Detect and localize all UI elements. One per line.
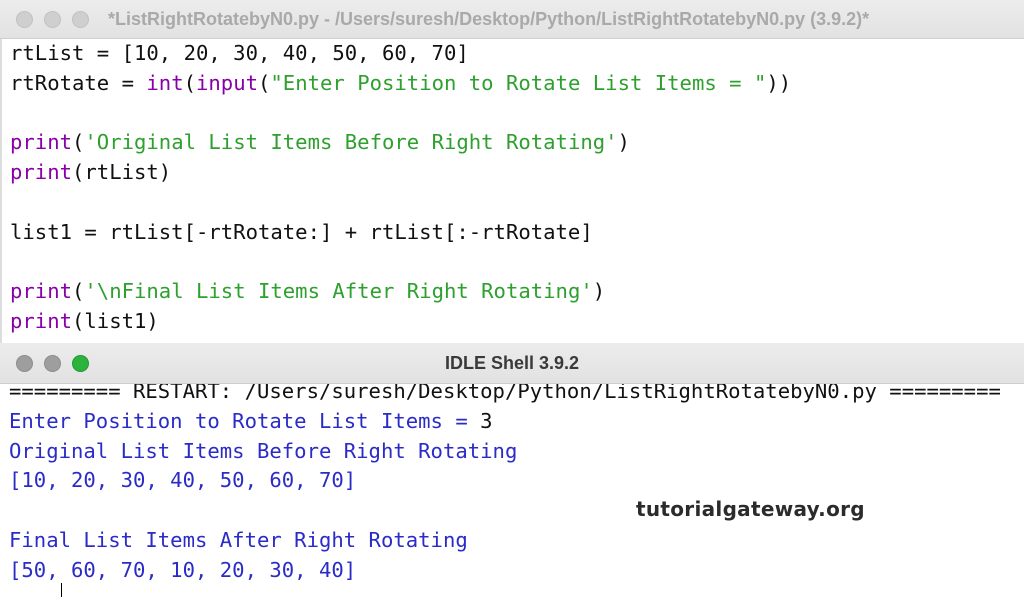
token-out: [50, 60, 70, 10, 20, 30, 40] bbox=[9, 557, 357, 582]
token-kw: input bbox=[196, 70, 258, 95]
code-line: Original List Items Before Right Rotatin… bbox=[0, 437, 1024, 467]
code-line: [10, 20, 30, 40, 50, 60, 70] bbox=[0, 466, 1024, 496]
token-kw: print bbox=[10, 309, 72, 334]
code-line: print(list1) bbox=[2, 307, 1024, 337]
token-def: 3 bbox=[480, 408, 493, 433]
token-def: ( bbox=[258, 70, 271, 95]
watermark: tutorialgateway.org bbox=[636, 497, 865, 521]
token-def: rtRotate = bbox=[10, 70, 147, 95]
code-line: print('Original List Items Before Right … bbox=[2, 128, 1024, 158]
editor-title: *ListRightRotatebyN0.py - /Users/suresh/… bbox=[108, 8, 870, 29]
token-kw: print bbox=[10, 279, 72, 304]
code-line: print(rtList) bbox=[2, 158, 1024, 188]
zoom-button[interactable] bbox=[72, 10, 89, 28]
token-out: Original List Items Before Right Rotatin… bbox=[9, 438, 518, 463]
token-def: ========= RESTART: /Users/suresh/Desktop… bbox=[9, 384, 1001, 403]
code-line: [50, 60, 70, 10, 20, 30, 40] bbox=[0, 556, 1024, 586]
token-str: 'Original List Items Before Right Rotati… bbox=[84, 130, 618, 155]
token-out: Enter Position to Rotate List Items = bbox=[9, 408, 481, 433]
shell-title: IDLE Shell 3.9.2 bbox=[444, 352, 580, 373]
token-str: '\nFinal List Items After Right Rotating… bbox=[84, 279, 593, 304]
token-def: ) bbox=[617, 130, 630, 155]
minimize-button[interactable] bbox=[44, 10, 61, 28]
token-out: [10, 20, 30, 40, 50, 60, 70] bbox=[9, 468, 357, 493]
token-def: ( bbox=[72, 130, 85, 155]
token-def: ( bbox=[183, 70, 196, 95]
token-def: (list1) bbox=[72, 309, 159, 334]
code-line: rtRotate = int(input("Enter Position to … bbox=[2, 69, 1024, 99]
code-line: Final List Items After Right Rotating bbox=[0, 526, 1024, 556]
editor-titlebar: *ListRightRotatebyN0.py - /Users/suresh/… bbox=[0, 0, 1024, 39]
code-line: print('\nFinal List Items After Right Ro… bbox=[2, 277, 1024, 307]
code-line: list1 = rtList[-rtRotate:] + rtList[:-rt… bbox=[2, 218, 1024, 248]
shell-output[interactable]: ========= RESTART: /Users/suresh/Desktop… bbox=[0, 384, 1024, 595]
code-line: Enter Position to Rotate List Items = 3 bbox=[0, 407, 1024, 437]
code-line: ========= RESTART: /Users/suresh/Desktop… bbox=[0, 384, 1024, 407]
token-def: ( bbox=[72, 279, 85, 304]
token-def: rtList = [10, 20, 30, 40, 50, 60, 70] bbox=[10, 41, 469, 65]
token-kw: int bbox=[146, 70, 184, 95]
code-editor[interactable]: rtList = [10, 20, 30, 40, 50, 60, 70] rtR… bbox=[0, 39, 1024, 343]
token-def: )) bbox=[766, 70, 792, 95]
shell-titlebar: IDLE Shell 3.9.2 bbox=[0, 343, 1024, 384]
close-button[interactable] bbox=[16, 10, 33, 28]
token-str: "Enter Position to Rotate List Items = " bbox=[270, 70, 767, 95]
token-kw: print bbox=[10, 160, 72, 185]
token-def: (rtList) bbox=[72, 160, 172, 185]
token-out: Final List Items After Right Rotating bbox=[9, 527, 468, 552]
code-line: rtList = [10, 20, 30, 40, 50, 60, 70] bbox=[2, 39, 1024, 69]
token-kw: print bbox=[10, 130, 72, 155]
token-def: ) bbox=[592, 279, 606, 304]
token-def: list1 = rtList[-rtRotate:] + rtList[:-rt… bbox=[10, 219, 593, 244]
